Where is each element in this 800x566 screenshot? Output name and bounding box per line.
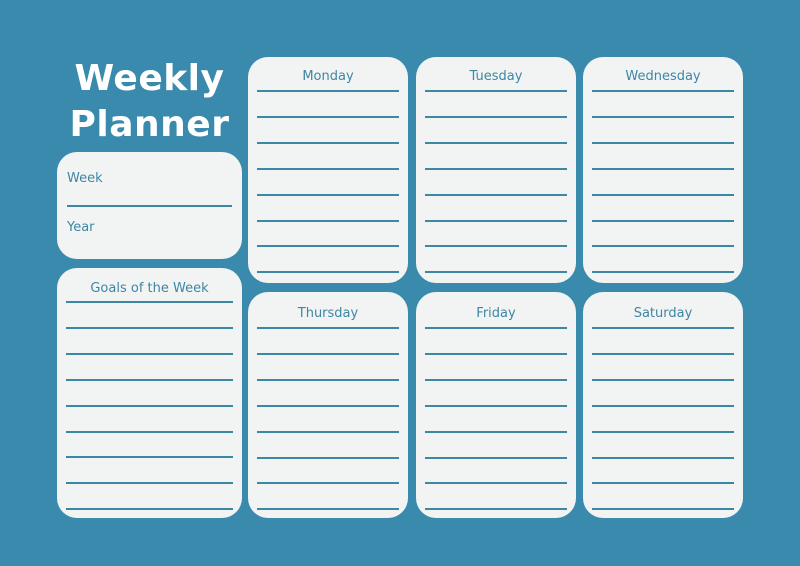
writing-line[interactable] [257,193,399,196]
day-card-wednesday: Wednesday [583,57,743,283]
writing-line[interactable] [592,115,734,118]
writing-line[interactable] [257,404,399,407]
writing-line[interactable] [592,193,734,196]
writing-line[interactable] [592,141,734,144]
writing-line[interactable] [592,430,734,433]
day-heading: Wednesday [625,69,701,84]
day-heading: Monday [302,69,354,84]
goals-heading: Goals of the Week [90,281,209,296]
writing-line[interactable] [425,378,567,381]
goal-line[interactable] [66,430,233,433]
writing-line[interactable] [425,141,567,144]
writing-line[interactable] [592,508,734,511]
writing-line[interactable] [592,271,734,274]
writing-line[interactable] [425,271,567,274]
goals-card: Goals of the Week [57,268,242,518]
writing-line[interactable] [257,219,399,222]
writing-line[interactable] [425,90,567,92]
week-year-card: Week Year [57,152,242,259]
writing-line[interactable] [257,352,399,355]
writing-line[interactable] [257,167,399,170]
writing-line[interactable] [592,482,734,485]
day-heading: Tuesday [469,69,523,84]
day-card-tuesday: Tuesday [416,57,576,283]
writing-line[interactable] [425,167,567,170]
title-line-2: Planner [69,104,230,145]
writing-line[interactable] [592,352,734,355]
goal-line[interactable] [66,378,233,381]
writing-line[interactable] [257,245,399,248]
planner-title: Weekly Planner [57,56,242,148]
writing-line[interactable] [592,378,734,381]
goal-line[interactable] [66,456,233,459]
writing-line[interactable] [592,90,734,92]
goal-line[interactable] [66,301,233,303]
day-card-monday: Monday [248,57,408,283]
goal-line[interactable] [66,404,233,407]
writing-line[interactable] [257,456,399,459]
writing-line[interactable] [592,219,734,222]
writing-line[interactable] [425,404,567,407]
goal-line[interactable] [66,352,233,355]
writing-line[interactable] [425,430,567,433]
week-label: Week [67,171,103,186]
day-card-saturday: Saturday [583,292,743,518]
writing-line[interactable] [592,456,734,459]
day-heading: Saturday [633,306,693,321]
writing-line[interactable] [592,167,734,170]
writing-line[interactable] [425,115,567,118]
writing-line[interactable] [257,327,399,329]
writing-line[interactable] [425,482,567,485]
year-label: Year [67,220,95,235]
writing-line[interactable] [425,245,567,248]
goal-line[interactable] [66,326,233,329]
goal-line[interactable] [66,482,233,485]
day-card-thursday: Thursday [248,292,408,518]
writing-line[interactable] [257,90,399,92]
writing-line[interactable] [257,115,399,118]
writing-line[interactable] [592,404,734,407]
writing-line[interactable] [425,352,567,355]
writing-line[interactable] [257,430,399,433]
writing-line[interactable] [425,456,567,459]
goal-line[interactable] [66,508,233,511]
day-card-friday: Friday [416,292,576,518]
writing-line[interactable] [257,508,399,511]
writing-line[interactable] [425,193,567,196]
day-heading: Friday [476,306,516,321]
writing-line[interactable] [257,141,399,144]
week-field-line[interactable] [67,205,232,207]
writing-line[interactable] [425,327,567,329]
title-line-1: Weekly [74,58,225,99]
writing-line[interactable] [592,245,734,248]
writing-line[interactable] [425,508,567,511]
writing-line[interactable] [257,378,399,381]
day-heading: Thursday [297,306,359,321]
writing-line[interactable] [425,219,567,222]
writing-line[interactable] [592,327,734,329]
writing-line[interactable] [257,271,399,274]
writing-line[interactable] [257,482,399,485]
